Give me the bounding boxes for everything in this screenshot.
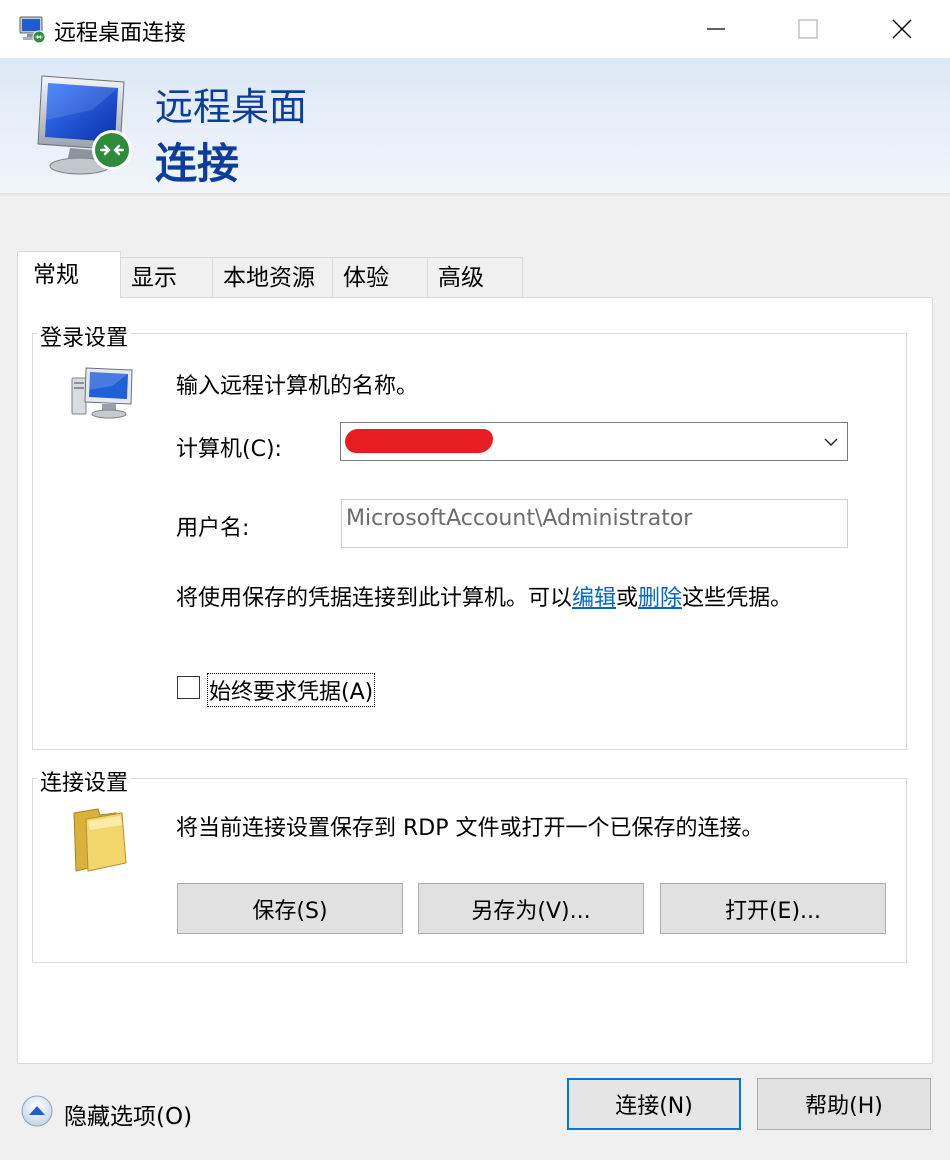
- title-bar: 远程桌面连接: [0, 0, 950, 58]
- username-label: 用户名:: [176, 516, 250, 541]
- banner-divider: [0, 193, 950, 197]
- remote-desktop-monitor-icon: [37, 75, 132, 175]
- edit-credentials-link[interactable]: 编辑: [572, 586, 616, 611]
- help-button[interactable]: 帮助(H): [757, 1078, 931, 1130]
- connection-settings-group: [32, 778, 907, 963]
- open-button[interactable]: 打开(E)...: [660, 883, 886, 934]
- tab-general[interactable]: 常规: [17, 251, 121, 298]
- always-ask-label[interactable]: 始终要求凭据(A): [206, 673, 376, 707]
- username-field[interactable]: MicrosoftAccount\Administrator: [341, 499, 848, 548]
- always-ask-checkbox[interactable]: [177, 676, 200, 699]
- folder-icon: [73, 808, 127, 872]
- save-as-button[interactable]: 另存为(V)...: [418, 883, 644, 934]
- banner-title-line1: 远程桌面: [155, 85, 308, 129]
- maximize-button[interactable]: [762, 0, 854, 58]
- connection-settings-title: 连接设置: [37, 765, 132, 797]
- tab-local-resources[interactable]: 本地资源: [212, 257, 333, 297]
- login-settings-title: 登录设置: [37, 320, 132, 352]
- header-banner: 远程桌面 连接: [0, 58, 950, 197]
- tab-experience[interactable]: 体验: [332, 257, 428, 297]
- save-button[interactable]: 保存(S): [177, 883, 403, 934]
- tab-display[interactable]: 显示: [120, 257, 213, 297]
- close-button[interactable]: [854, 0, 950, 58]
- tab-advanced[interactable]: 高级: [427, 257, 523, 297]
- window-title: 远程桌面连接: [54, 21, 187, 46]
- computer-combobox[interactable]: [340, 422, 848, 461]
- minimize-icon: [707, 28, 725, 30]
- remote-desktop-app-icon: [19, 16, 46, 44]
- banner-title-line2: 连接: [155, 139, 240, 188]
- minimize-button[interactable]: [670, 0, 762, 58]
- credentials-note: 将使用保存的凭据连接到此计算机。可以编辑或删除这些凭据。: [176, 586, 793, 611]
- computer-label: 计算机(C):: [176, 437, 282, 462]
- delete-credentials-link[interactable]: 删除: [638, 586, 682, 611]
- connect-button[interactable]: 连接(N): [567, 1078, 741, 1130]
- maximize-icon: [798, 19, 818, 39]
- chevron-up-circle-icon[interactable]: [20, 1094, 54, 1128]
- login-prompt: 输入远程计算机的名称。: [176, 374, 419, 399]
- close-icon: [892, 19, 912, 39]
- hide-options-label[interactable]: 隐藏选项(O): [64, 1097, 192, 1131]
- connection-description: 将当前连接设置保存到 RDP 文件或打开一个已保存的连接。: [176, 816, 764, 841]
- chevron-down-icon: [824, 438, 838, 446]
- computer-icon: [71, 367, 133, 419]
- redacted-computer-name: [345, 429, 493, 453]
